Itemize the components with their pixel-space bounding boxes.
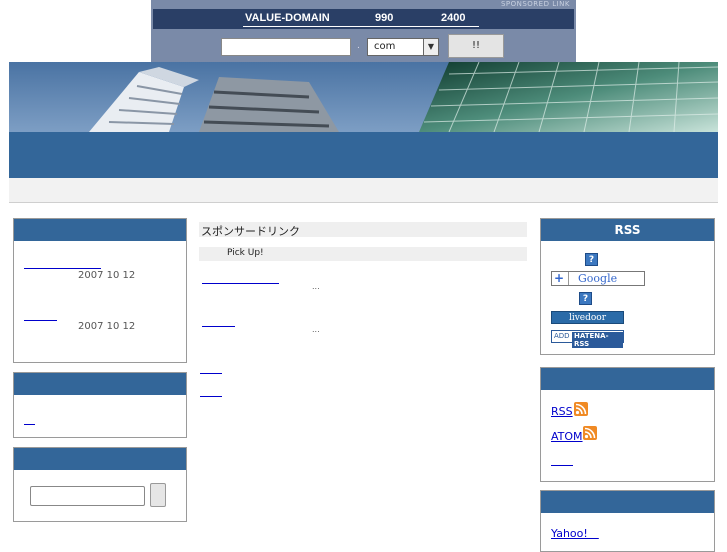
value-domain-link[interactable]: VALUE-DOMAIN 990 2400: [243, 12, 479, 27]
post-date-2: 2007 10 12: [78, 321, 136, 332]
domain-search-button[interactable]: !!: [448, 34, 504, 58]
pickup-label: Pick Up!: [227, 248, 264, 258]
brand-label: VALUE-DOMAIN: [245, 12, 330, 24]
price-2: 2400: [441, 12, 466, 24]
site-search-button[interactable]: [150, 483, 166, 507]
hatena-add-label: ADD: [554, 332, 570, 340]
post-date-1: 2007 10 12: [78, 270, 136, 281]
hatena-label: HATENA-RSS: [572, 332, 623, 348]
price-1: 990: [375, 12, 394, 24]
search-box: [13, 447, 187, 522]
pickup-link-2[interactable]: [202, 313, 235, 329]
recent-posts-box: 2007 10 12 2007 10 12: [13, 218, 187, 363]
add-to-google-button[interactable]: + Google: [551, 271, 645, 286]
links-header: [541, 491, 714, 513]
site-title-bar: [9, 132, 718, 178]
category-header: [14, 373, 186, 395]
sponsored-link-label: SPONSORED LINK: [500, 0, 570, 8]
feeds-box: RSS ATOM: [540, 367, 715, 482]
help-icon[interactable]: ?: [579, 292, 592, 305]
livedoor-reader-button[interactable]: livedoor Reader: [551, 311, 624, 335]
rss-feed-link[interactable]: RSS: [551, 405, 573, 418]
dot-separator: .: [357, 41, 360, 51]
hatena-rss-button[interactable]: ADD HATENA-RSS: [551, 330, 624, 348]
pickup-excerpt-2: ...: [312, 325, 320, 334]
tld-value: com: [374, 41, 396, 52]
site-search-input[interactable]: [30, 486, 145, 506]
plus-icon: +: [554, 271, 565, 285]
post-link-2[interactable]: [24, 307, 57, 323]
feeds-header: [541, 368, 714, 390]
center-link-1[interactable]: [200, 360, 222, 376]
domain-search-input[interactable]: [221, 38, 351, 56]
rss-link-label: RSS: [551, 405, 573, 418]
search-header: [14, 448, 186, 470]
header-banner: [9, 62, 718, 132]
category-link[interactable]: [24, 411, 35, 427]
post-link-1[interactable]: [24, 255, 101, 271]
rss-icon: [583, 426, 597, 440]
domain-ad-bar: SPONSORED LINK VALUE-DOMAIN 990 2400 . c…: [151, 0, 576, 62]
links-box: Yahoo!: [540, 490, 715, 552]
atom-feed-link[interactable]: ATOM: [551, 430, 583, 443]
category-box: [13, 372, 187, 438]
recent-posts-header: [14, 219, 186, 241]
chevron-down-icon: ▼: [423, 39, 438, 55]
help-icon[interactable]: ?: [585, 253, 598, 266]
rss-icon: [574, 402, 588, 416]
rss-header: RSS: [541, 219, 714, 241]
tld-select[interactable]: com ▼: [367, 38, 439, 56]
yahoo-link[interactable]: Yahoo!: [551, 525, 599, 541]
pickup-bar: Pick Up!: [199, 247, 527, 261]
rss-reader-box: RSS ? + Google ? livedoor Reader ADD HAT…: [540, 218, 715, 355]
atom-link-label: ATOM: [551, 430, 583, 443]
building-photo: [9, 62, 718, 132]
google-label: Google: [578, 272, 618, 285]
sponsor-label: スポンサードリンク: [201, 225, 300, 238]
description-bar: [9, 178, 718, 203]
pickup-link-1[interactable]: [202, 270, 279, 286]
pickup-excerpt-1: ...: [312, 282, 320, 291]
sponsor-bar: スポンサードリンク: [199, 222, 527, 238]
feed-link-3[interactable]: [551, 452, 573, 468]
center-link-2[interactable]: [200, 383, 222, 399]
divider: [568, 272, 569, 285]
